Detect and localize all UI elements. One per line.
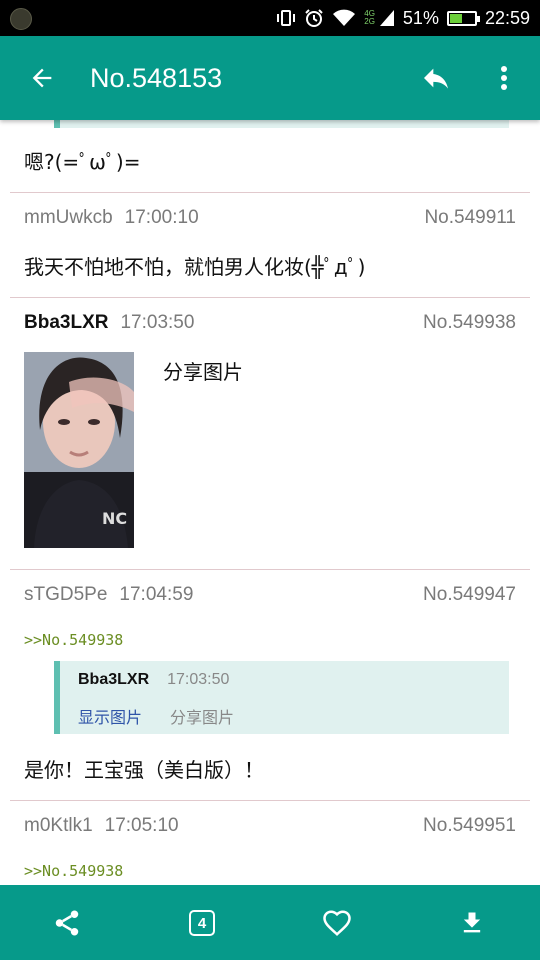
heart-icon (323, 910, 351, 936)
app-bar: No.548153 (0, 36, 540, 120)
quoted-post-header: Bba3LXR 17:03:50 (78, 671, 229, 689)
post-time: 17:05:10 (104, 815, 179, 836)
app-notification-icon (10, 8, 32, 30)
post-header: m0Ktlk1 17:05:10 No.549951 (24, 815, 516, 845)
post-user[interactable]: sTGD5Pe (24, 584, 107, 605)
show-image-link[interactable]: 显示图片 (78, 708, 142, 727)
page-count: 4 (197, 914, 207, 932)
post-image-thumbnail[interactable]: NC (24, 352, 134, 548)
reply-button[interactable] (414, 60, 458, 96)
thread-title: No.548153 (90, 63, 223, 93)
page-count-button[interactable]: 4 (182, 903, 222, 943)
page-count-icon: 4 (189, 910, 215, 936)
reply-reference-link[interactable]: >>No.549938 (24, 631, 123, 649)
post-divider (10, 800, 530, 801)
post-body: 我天不怕地不怕，就怕男人化妆(╬ﾟдﾟ) (24, 255, 366, 279)
status-bar: 4G 2G 51% 22:59 (0, 0, 540, 36)
battery-percent: 51% (402, 7, 439, 28)
post-body: 嗯?(=ﾟωﾟ)= (24, 150, 141, 174)
battery-icon (446, 10, 480, 26)
reply-icon (424, 68, 448, 89)
signal-icon (379, 9, 395, 27)
quote-block-partial (54, 120, 509, 128)
post-body: 分享图片 (163, 360, 243, 384)
post-divider (10, 569, 530, 570)
quoted-post-body: 显示图片 分享图片 (78, 704, 234, 728)
thread-content[interactable]: 嗯?(=ﾟωﾟ)= mmUwkcb 17:00:10 No.549911 我天不怕… (0, 120, 540, 885)
download-icon (463, 912, 481, 933)
bottom-action-bar: 4 (0, 885, 540, 960)
reply-reference-link[interactable]: >>No.549938 (24, 862, 123, 880)
post-time: 17:00:10 (124, 207, 199, 228)
alarm-icon (304, 8, 324, 28)
back-button[interactable] (22, 60, 62, 96)
share-button[interactable] (47, 903, 87, 943)
post-number[interactable]: No.549911 (424, 207, 516, 229)
back-arrow-icon (32, 68, 52, 88)
battery-fill (449, 13, 462, 23)
more-vert-icon (501, 66, 507, 90)
post-header: Bba3LXR 17:03:50 No.549938 (24, 312, 516, 342)
svg-text:NC: NC (102, 509, 127, 528)
network-bottom-label: 2G (364, 17, 375, 26)
status-icons: 4G 2G 51% 22:59 (276, 0, 530, 36)
share-icon (55, 910, 79, 936)
post-user[interactable]: m0Ktlk1 (24, 815, 93, 836)
wifi-icon (332, 8, 356, 28)
post-user[interactable]: mmUwkcb (24, 207, 113, 228)
post-user[interactable]: Bba3LXR (24, 312, 108, 333)
quoted-text: 分享图片 (170, 708, 235, 727)
post-body: 是你！王宝强（美白版）！ (24, 758, 264, 782)
post-time: 17:04:59 (119, 584, 194, 605)
post-header: sTGD5Pe 17:04:59 No.549947 (24, 584, 516, 614)
post-number[interactable]: No.549938 (423, 312, 516, 334)
post-header: mmUwkcb 17:00:10 No.549911 (24, 207, 516, 237)
quoted-time: 17:03:50 (167, 671, 230, 688)
post-divider (10, 192, 530, 193)
post-number[interactable]: No.549947 (423, 584, 516, 606)
post-number[interactable]: No.549951 (423, 815, 516, 837)
quoted-post[interactable]: Bba3LXR 17:03:50 显示图片 分享图片 (54, 661, 509, 734)
clock: 22:59 (484, 7, 530, 28)
vibrate-icon (276, 8, 296, 28)
quoted-user: Bba3LXR (78, 671, 150, 688)
more-options-button[interactable] (484, 60, 524, 96)
post-time: 17:03:50 (120, 312, 195, 333)
download-button[interactable] (452, 903, 492, 943)
favorite-button[interactable] (317, 903, 357, 943)
post-divider (10, 297, 530, 298)
network-indicator: 4G 2G (364, 10, 375, 26)
